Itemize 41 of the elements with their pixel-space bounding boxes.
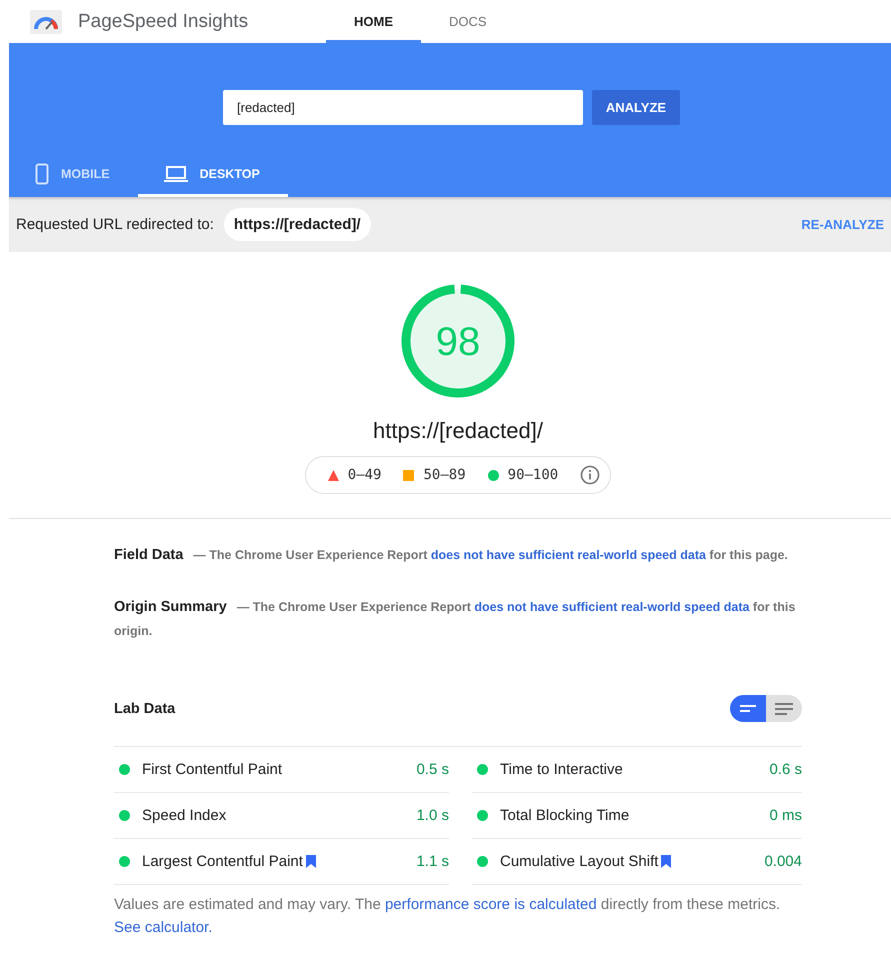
redirect-url: https://[redacted]/: [224, 208, 371, 241]
section-summary: Origin Summary — The Chrome User Experience Report does not have sufficient real-world speed data for this origin.: [114, 598, 796, 640]
legend-label: 90–100: [508, 467, 558, 483]
nav-tab[interactable]: DOCS: [421, 0, 515, 43]
text-link[interactable]: performance score is calculated: [384, 896, 597, 913]
text-link[interactable]: does not have sufficient real-world speed data: [430, 548, 706, 562]
legend-label: 0–49: [348, 467, 382, 483]
url-input[interactable]: [redacted]: [223, 90, 583, 125]
metric-value: 1.1 s: [416, 853, 449, 870]
metric-name: Largest Contentful Paint: [142, 853, 303, 870]
lab-note: Values are estimated and may vary. The performance score is calculated directly from these metrics. See calculator.: [114, 895, 782, 938]
compact-view-icon: [740, 704, 756, 712]
metric-name: Time to Interactive: [500, 761, 623, 778]
metric-value: 0.5 s: [416, 761, 449, 778]
view-toggle[interactable]: [766, 695, 802, 722]
info-icon[interactable]: [580, 465, 600, 485]
view-toggle[interactable]: [730, 695, 766, 722]
laptop-icon: [164, 166, 188, 182]
metric-value: 1.0 s: [416, 807, 449, 824]
text-link[interactable]: See calculator.: [114, 919, 212, 936]
logo-icon: [30, 10, 62, 34]
metric-value: 0.004: [764, 853, 802, 870]
metric-name: Cumulative Layout Shift: [500, 853, 658, 870]
reanalyze-link[interactable]: RE-ANALYZE: [801, 217, 884, 232]
analyze-button[interactable]: ANALYZE: [592, 90, 680, 125]
score-value: 98: [436, 320, 480, 364]
phone-icon: [35, 162, 49, 184]
metric-value: 0.6 s: [769, 761, 802, 778]
lab-title: Lab Data: [114, 700, 176, 716]
tested-url: https://[redacted]/: [373, 418, 543, 444]
section-summary: Field Data — The Chrome User Experience Report does not have sufficient real-world speed data for this page.: [114, 546, 789, 565]
legend-label: 50–89: [423, 467, 466, 483]
redirect-label: Requested URL redirected to:: [16, 216, 214, 233]
metric-name: First Contentful Paint: [142, 761, 282, 778]
app-title: PageSpeed Insights: [78, 10, 250, 32]
metric-name: Speed Index: [142, 807, 226, 824]
device-tab[interactable]: MOBILE: [9, 150, 138, 197]
metric-value: 0 ms: [769, 807, 802, 824]
list-view-icon: [775, 702, 793, 714]
metric-name: Total Blocking Time: [500, 807, 630, 824]
text-link[interactable]: does not have sufficient real-world speed data: [474, 600, 750, 614]
